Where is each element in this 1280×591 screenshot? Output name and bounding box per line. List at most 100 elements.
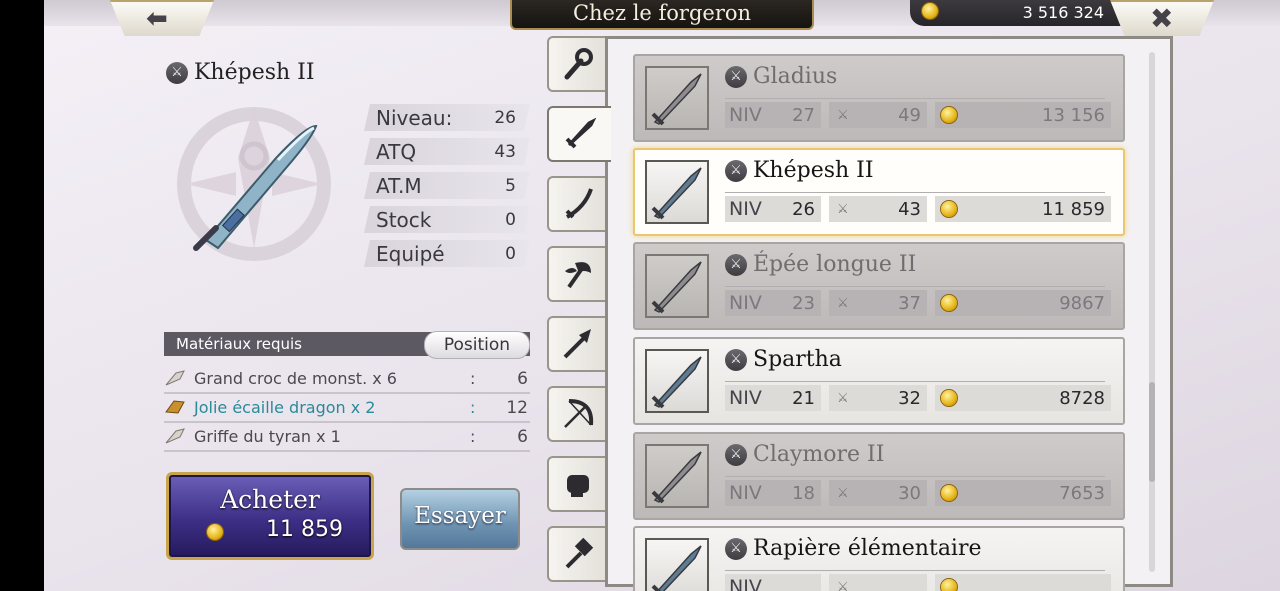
- stat-attack: ATQ 43: [364, 138, 530, 165]
- spear-icon: [563, 329, 591, 359]
- level-label: NIV: [729, 198, 762, 220]
- attack-icon: ⚔: [837, 579, 849, 591]
- weapon-thumbnail: [645, 254, 709, 318]
- stat-value: 26: [494, 107, 516, 128]
- weapon-card[interactable]: ⚔ Claymore II NIV 18 ⚔ 30 7653: [633, 432, 1125, 520]
- sword-category-icon: ⚔: [725, 348, 747, 371]
- weapon-card[interactable]: ⚔ Khépesh II NIV 26 ⚔ 43 11 859: [633, 148, 1125, 236]
- stat-label: Niveau:: [376, 105, 453, 130]
- divider: [725, 286, 1105, 287]
- material-separator: :: [470, 427, 476, 446]
- weapon-card[interactable]: ⚔ Spartha NIV 21 ⚔ 32 8728: [633, 337, 1125, 425]
- tab-spear[interactable]: [547, 316, 607, 372]
- material-row[interactable]: Griffe du tyran x 1 : 6: [164, 424, 530, 452]
- stat-stock: Stock 0: [364, 206, 530, 233]
- buy-price: 11 859: [266, 517, 343, 542]
- weapon-thumbnail: [645, 444, 709, 508]
- tab-hammer[interactable]: [547, 526, 607, 582]
- try-label: Essayer: [414, 503, 506, 529]
- weapon-name: Épée longue II: [753, 252, 917, 277]
- hammer-icon: [565, 537, 594, 569]
- price-value: 7653: [1059, 482, 1105, 504]
- level-value: 21: [792, 387, 815, 409]
- stat-magic-attack: AT.M 5: [364, 172, 530, 199]
- close-button[interactable]: ✖: [1110, 0, 1214, 36]
- attack-chip: ⚔: [829, 574, 927, 591]
- level-chip: NIV 23: [725, 290, 821, 316]
- tab-bow[interactable]: [547, 386, 607, 442]
- tab-axe[interactable]: [547, 246, 607, 302]
- price-chip: 11 859: [935, 196, 1111, 222]
- stat-value: 5: [505, 175, 516, 196]
- weapon-image: [651, 73, 702, 126]
- material-name: Grand croc de monst. x 6: [194, 369, 397, 388]
- stat-value: 0: [505, 243, 516, 264]
- position-button[interactable]: Position: [424, 331, 530, 359]
- price-value: 13 156: [1042, 104, 1105, 126]
- level-value: 26: [792, 198, 815, 220]
- level-label: NIV: [729, 387, 762, 409]
- weapon-name-row: ⚔ Rapière élémentaire: [725, 536, 982, 561]
- stat-level: Niveau: 26: [364, 104, 530, 131]
- sword-category-icon: ⚔: [166, 61, 188, 84]
- divider: [725, 570, 1105, 571]
- material-name: Griffe du tyran x 1: [194, 427, 341, 446]
- stat-equipped: Equipé 0: [364, 240, 530, 267]
- level-chip: NIV 18: [725, 480, 821, 506]
- weapon-name-row: ⚔ Spartha: [725, 347, 842, 372]
- claw-material-icon: [165, 428, 185, 444]
- price-chip: 7653: [935, 480, 1111, 506]
- attack-value: 49: [898, 104, 921, 126]
- weapon-name-row: ⚔ Claymore II: [725, 442, 884, 467]
- scrollbar-thumb[interactable]: [1149, 382, 1155, 482]
- tab-fist[interactable]: [547, 456, 607, 512]
- price-chip: 8728: [935, 385, 1111, 411]
- weapon-thumbnail: [645, 538, 709, 591]
- buy-button[interactable]: Acheter 11 859: [166, 472, 374, 560]
- shop-screen: ⬅ Chez le forgeron 3 516 324 ✖ ⚔ Khépesh…: [44, 0, 1280, 591]
- tab-staff[interactable]: [547, 36, 607, 92]
- material-qty: 12: [506, 398, 528, 418]
- stat-value: 43: [494, 141, 516, 162]
- divider: [725, 192, 1105, 193]
- sword-category-icon: ⚔: [725, 65, 747, 88]
- scale-material-icon: [165, 400, 185, 414]
- item-stats: Niveau: 26 ATQ 43 AT.M 5 Stock 0 Equipé …: [364, 104, 530, 274]
- weapon-name: Claymore II: [753, 442, 885, 467]
- try-button[interactable]: Essayer: [400, 488, 520, 550]
- sword-icon: [565, 117, 597, 149]
- stat-label: Stock: [376, 207, 432, 232]
- attack-icon: ⚔: [837, 107, 849, 123]
- level-value: 18: [792, 482, 815, 504]
- tab-sword[interactable]: [547, 106, 611, 162]
- weapon-stats: NIV 21 ⚔ 32 8728: [725, 385, 1111, 411]
- coin-icon: [941, 390, 957, 406]
- arrow-left-icon: ⬅: [146, 4, 168, 34]
- weapon-name: Khépesh II: [753, 158, 874, 183]
- back-button[interactable]: ⬅: [110, 0, 214, 36]
- coin-icon: [941, 579, 957, 591]
- divider: [725, 476, 1105, 477]
- attack-chip: ⚔ 30: [829, 480, 927, 506]
- level-label: NIV: [729, 292, 762, 314]
- weapon-card[interactable]: ⚔ Rapière élémentaire NIV ⚔: [633, 526, 1125, 591]
- material-row[interactable]: Grand croc de monst. x 6 : 6: [164, 366, 530, 394]
- material-row[interactable]: Jolie écaille dragon x 2 : 12: [164, 395, 530, 423]
- stat-label: AT.M: [376, 173, 422, 198]
- close-icon: ✖: [1150, 2, 1174, 35]
- coin-icon: [941, 485, 957, 501]
- material-qty: 6: [517, 369, 528, 389]
- price-chip: 9867: [935, 290, 1111, 316]
- attack-value: 37: [898, 292, 921, 314]
- tab-katana[interactable]: [547, 176, 607, 232]
- material-qty: 6: [517, 427, 528, 447]
- katana-icon: [565, 188, 593, 219]
- weapon-thumbnail: [645, 66, 709, 130]
- level-chip: NIV 27: [725, 102, 821, 128]
- fist-icon: [567, 475, 589, 497]
- list-scrollbar[interactable]: [1149, 52, 1155, 572]
- weapon-card[interactable]: ⚔ Gladius NIV 27 ⚔ 49 13 156: [633, 54, 1125, 142]
- screen-title: Chez le forgeron: [510, 0, 814, 30]
- weapon-card[interactable]: ⚔ Épée longue II NIV 23 ⚔ 37 9867: [633, 242, 1125, 330]
- weapon-image: [651, 356, 702, 409]
